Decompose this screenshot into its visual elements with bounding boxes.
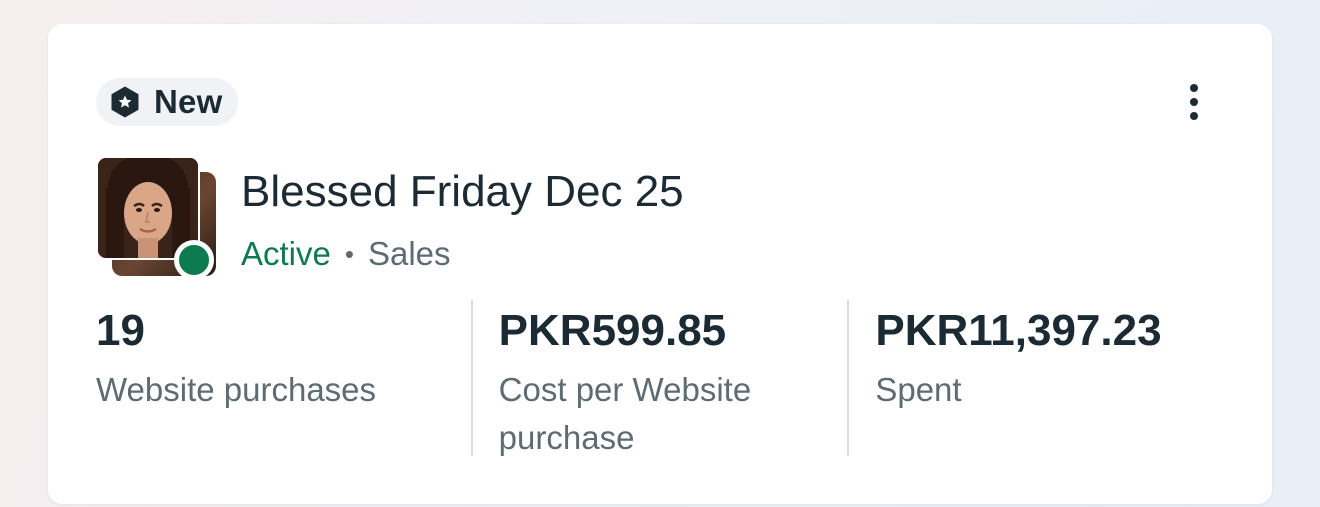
shield-star-icon	[111, 86, 139, 118]
campaign-subline: Active • Sales	[241, 235, 451, 273]
more-vertical-icon-dot-3	[1190, 112, 1198, 120]
more-vertical-icon	[1190, 84, 1198, 92]
metric-cost-per-purchase: PKR599.85 Cost per Website purchase	[470, 300, 848, 456]
campaign-card[interactable]: New Blessed Friday Dec 25 Active • Sales…	[48, 24, 1272, 504]
campaign-title[interactable]: Blessed Friday Dec 25	[241, 167, 684, 217]
new-badge: New	[96, 78, 239, 126]
campaign-status: Active	[241, 235, 331, 272]
metric-amount-spent: PKR11,397.23 Spent	[847, 300, 1224, 456]
metric-label: Cost per Website purchase	[498, 371, 752, 456]
metric-label: Spent	[875, 371, 962, 408]
metric-label: Website purchases	[96, 371, 377, 408]
more-vertical-icon-dot-2	[1190, 98, 1198, 106]
metric-value: PKR599.85	[498, 306, 727, 355]
campaign-objective: Sales	[367, 235, 451, 272]
metric-website-purchases: 19 Website purchases	[96, 300, 471, 456]
metric-value: PKR11,397.23	[875, 306, 1162, 355]
metrics-row: 19 Website purchases PKR599.85 Cost per …	[96, 300, 1224, 456]
separator-dot: •	[344, 238, 354, 269]
ad-creative-thumbnail[interactable]	[96, 156, 220, 280]
badge-label: New	[154, 83, 223, 120]
metric-value: 19	[96, 306, 145, 355]
more-options-button[interactable]	[1172, 80, 1216, 124]
active-status-dot	[174, 240, 214, 280]
